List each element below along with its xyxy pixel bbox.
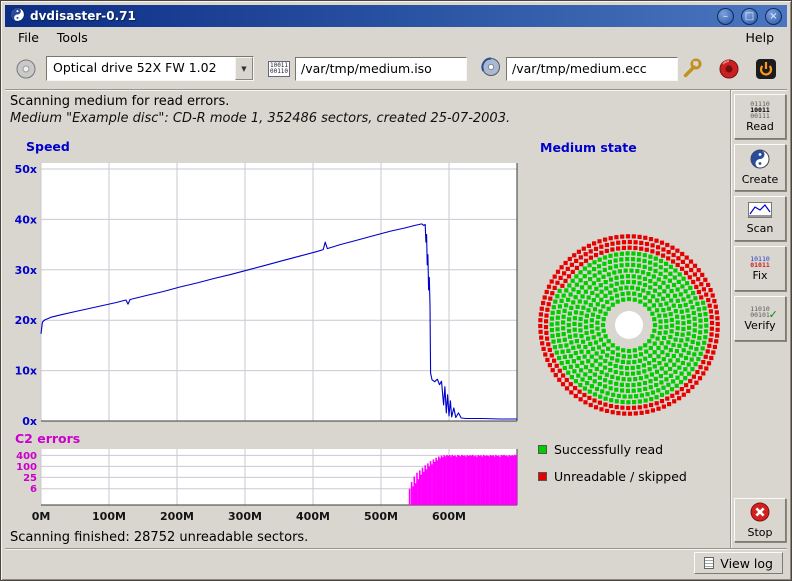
red-swatch-icon <box>538 472 547 481</box>
toolbar-separator <box>5 89 787 91</box>
svg-text:600M: 600M <box>432 510 466 523</box>
menu-file[interactable]: File <box>9 28 48 47</box>
drive-select[interactable]: Optical drive 52X FW 1.02 ▼ <box>46 56 254 81</box>
read-label: Read <box>746 120 774 133</box>
svg-text:0M: 0M <box>32 510 51 523</box>
stop-icon <box>750 502 770 525</box>
green-swatch-icon <box>538 445 547 454</box>
ecc-path-input[interactable] <box>506 57 678 81</box>
scan-chart-icon <box>748 202 772 221</box>
quit-button[interactable] <box>752 55 780 83</box>
svg-text:500M: 500M <box>364 510 398 523</box>
disc-legend: Successfully read Unreadable / skipped <box>538 442 687 484</box>
view-log-button[interactable]: View log <box>694 552 783 574</box>
svg-text:300M: 300M <box>228 510 262 523</box>
log-page-icon <box>704 557 714 569</box>
stop-label: Stop <box>747 526 772 539</box>
statusbar: View log <box>5 549 787 577</box>
medium-state-label: Medium state <box>540 140 637 155</box>
iso-path-input[interactable] <box>295 57 467 81</box>
svg-text:6: 6 <box>30 484 37 495</box>
svg-text:C2 errors: C2 errors <box>15 431 80 446</box>
svg-text:Speed: Speed <box>26 139 70 154</box>
menubar: File Tools Help <box>5 27 787 48</box>
status-line-action: Scanning medium for read errors. <box>10 94 229 109</box>
fix-label: Fix <box>752 269 767 282</box>
svg-text:0x: 0x <box>22 415 37 428</box>
ecc-file-icon <box>481 57 501 80</box>
svg-text:20x: 20x <box>15 314 37 327</box>
legend-successfully-read: Successfully read <box>538 442 687 457</box>
read-button[interactable]: 01110 10011 00111 Read <box>734 94 786 139</box>
speed-c2-chart: 50x 40x 30x 20x 10x 0x 400100256 0M 100M 200M 300M… <box>11 137 531 527</box>
app-icon <box>10 7 25 25</box>
help-button[interactable] <box>715 55 743 83</box>
fix-button[interactable]: 10110 01011 Fix <box>734 246 786 291</box>
scan-label: Scan <box>747 222 774 235</box>
status-line-medium-info: Medium "Example disc": CD-R mode 1, 3524… <box>10 111 510 126</box>
iso-file-icon: 10011 00110 <box>268 61 290 77</box>
svg-text:400: 400 <box>16 451 37 462</box>
create-button[interactable]: Create <box>734 144 786 191</box>
view-log-label: View log <box>720 556 773 571</box>
close-button[interactable]: × <box>765 8 782 25</box>
svg-text:40x: 40x <box>15 213 37 226</box>
legend-unreadable: Unreadable / skipped <box>538 469 687 484</box>
svg-text:100: 100 <box>16 462 37 473</box>
menu-help[interactable]: Help <box>737 28 784 47</box>
read-binary-icon: 01110 10011 00111 <box>750 101 770 119</box>
app-window: dvdisaster-0.71 – □ × File Tools Help Op… <box>0 0 792 581</box>
titlebar[interactable]: dvdisaster-0.71 – □ × <box>5 5 787 27</box>
svg-text:100M: 100M <box>92 510 126 523</box>
svg-text:10x: 10x <box>15 365 37 378</box>
yin-yang-icon <box>750 149 770 172</box>
preferences-button[interactable] <box>678 55 706 83</box>
svg-text:30x: 30x <box>15 264 37 277</box>
verify-button[interactable]: 11010 00101 ✓ Verify <box>734 296 786 341</box>
svg-text:400M: 400M <box>296 510 330 523</box>
drive-icon <box>12 55 40 83</box>
minimize-button[interactable]: – <box>717 8 734 25</box>
svg-text:200M: 200M <box>160 510 194 523</box>
svg-text:25: 25 <box>23 473 37 484</box>
fix-binary-icon: 10110 01011 <box>750 256 770 268</box>
sidebar-separator <box>730 90 732 548</box>
maximize-button[interactable]: □ <box>741 8 758 25</box>
menu-tools[interactable]: Tools <box>48 28 97 47</box>
chevron-down-icon[interactable]: ▼ <box>235 57 253 80</box>
svg-text:50x: 50x <box>15 163 37 176</box>
check-icon: ✓ <box>769 308 778 321</box>
drive-select-value: Optical drive 52X FW 1.02 <box>47 57 235 80</box>
toolbar: Optical drive 52X FW 1.02 ▼ 10011 00110 <box>5 48 787 89</box>
scan-result-status: Scanning finished: 28752 unreadable sect… <box>10 530 308 545</box>
scan-button[interactable]: Scan <box>734 196 786 241</box>
medium-state-disc <box>531 229 727 421</box>
window-title: dvdisaster-0.71 <box>30 9 710 23</box>
verify-binary-icon: 11010 00101 ✓ <box>750 306 770 318</box>
create-label: Create <box>742 173 779 186</box>
stop-button[interactable]: Stop <box>734 498 786 542</box>
